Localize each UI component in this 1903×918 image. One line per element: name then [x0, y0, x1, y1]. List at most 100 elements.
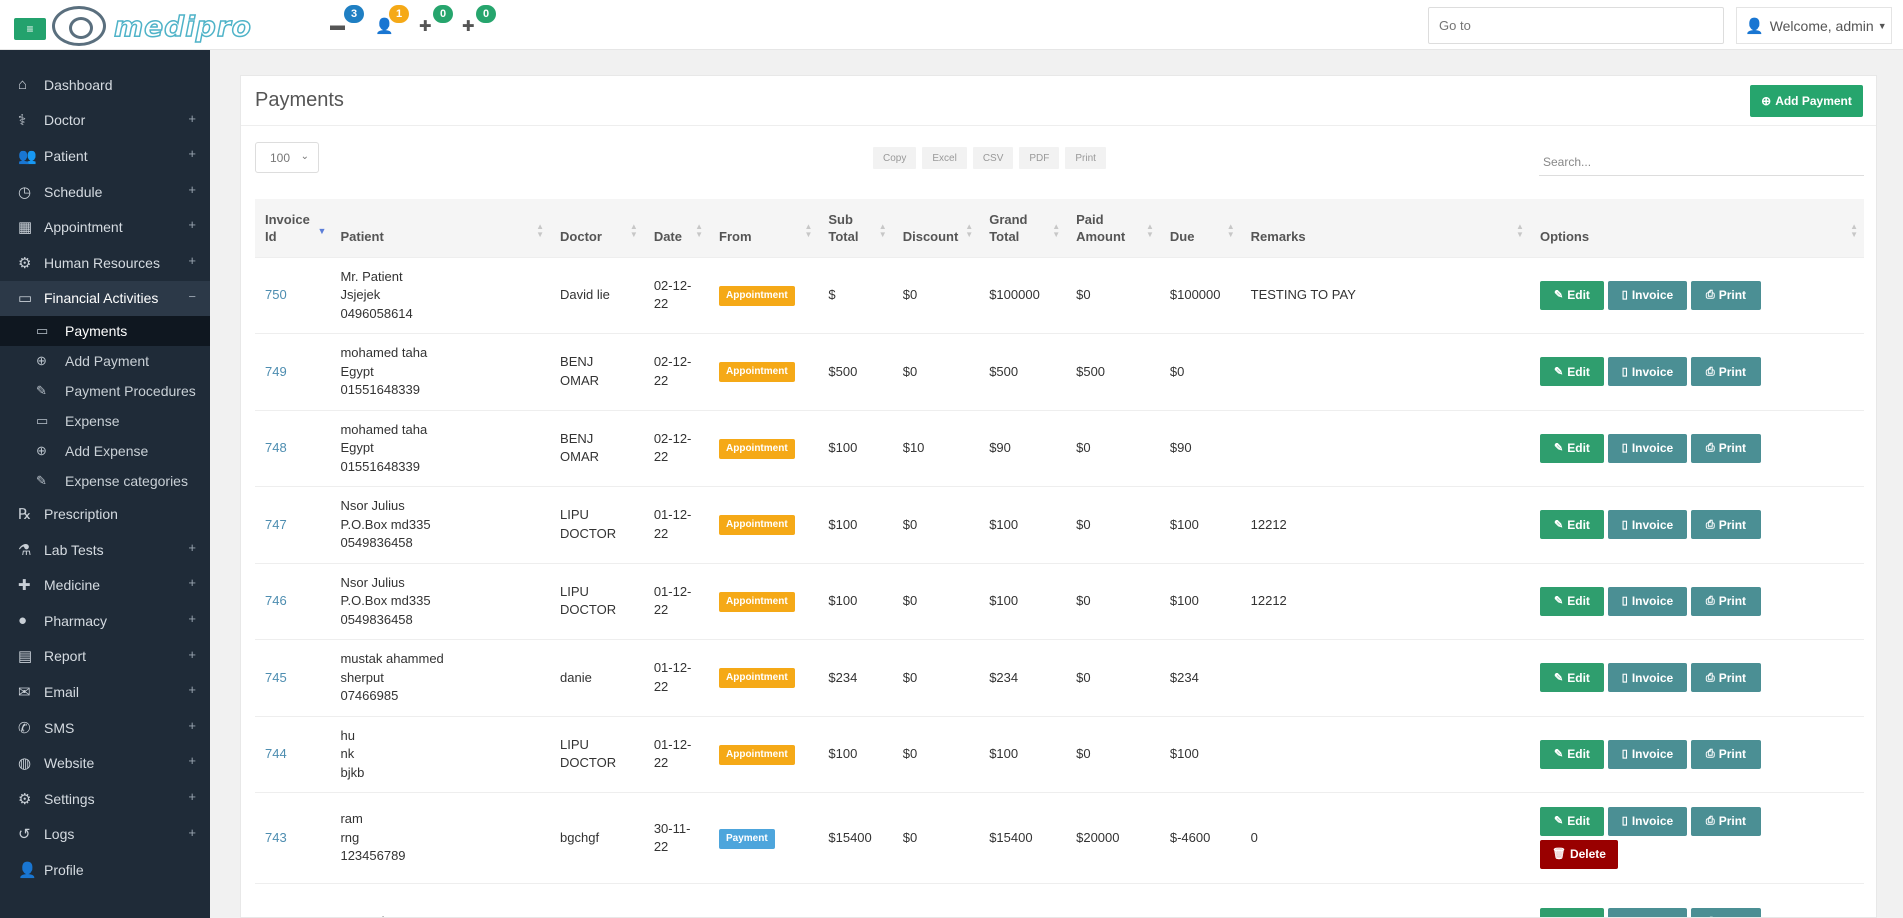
date-cell-line: 22	[653, 296, 669, 312]
print-button[interactable]: ⎙Print	[1690, 357, 1761, 387]
sidebar-item-report[interactable]: ▤ Report +	[0, 639, 210, 675]
edit-button[interactable]: ✎Edit	[1539, 357, 1604, 387]
export-pdf-button[interactable]: PDF	[1019, 147, 1060, 169]
print-button[interactable]: ⎙Print	[1690, 663, 1761, 693]
sidebar-item-profile[interactable]: 👤 Profile	[0, 852, 210, 888]
edit-button[interactable]: ✎Edit	[1539, 907, 1604, 917]
edit-button[interactable]: ✎Edit	[1539, 510, 1604, 540]
sidebar-subitem-payment-procedures[interactable]: ✎ Payment Procedures	[0, 376, 210, 406]
invoice-label: Invoice	[1631, 517, 1674, 532]
patient-cell-line: 0496058614	[340, 305, 413, 321]
invoice-button[interactable]: ▯Invoice	[1607, 280, 1687, 310]
print-button[interactable]: ⎙Print	[1690, 586, 1761, 616]
invoice-id-link[interactable]: 748	[255, 409, 331, 487]
column-header-options[interactable]: Options ▲ ▼	[1530, 199, 1864, 257]
sidebar-item-dashboard[interactable]: ⌂ Dashboard	[0, 67, 210, 103]
notification-patient[interactable]: 👤 1	[375, 5, 409, 39]
doctor-cell-line: BENJ OMAR	[560, 354, 600, 388]
sidebar-subitem-add-payment[interactable]: ⊕ Add Payment	[0, 346, 210, 376]
paid-cell	[1066, 883, 1160, 917]
sidebar-subitem-add-expense[interactable]: ⊕ Add Expense	[0, 436, 210, 466]
notification-payment-card[interactable]: ▬ 3	[330, 5, 364, 39]
sidebar-item-financial-activities[interactable]: ▭ Financial Activities −	[0, 280, 210, 317]
edit-button[interactable]: ✎Edit	[1539, 280, 1604, 310]
invoice-id-link[interactable]: 747	[255, 486, 331, 563]
invoice-button[interactable]: ▯Invoice	[1607, 357, 1687, 387]
print-button[interactable]: ⎙Print	[1690, 807, 1761, 836]
column-header-invoice-id[interactable]: Invoice Id ▼	[255, 199, 330, 257]
column-header-patient[interactable]: Patient ▲ ▼	[330, 199, 550, 257]
column-header-discount[interactable]: Discount ▲ ▼	[893, 199, 979, 257]
add-payment-button[interactable]: ⊕ Add Payment	[1750, 85, 1863, 117]
invoice-button[interactable]: ▯Invoice	[1607, 510, 1687, 540]
invoice-button[interactable]: ▯Invoice	[1607, 586, 1687, 616]
sidebar-item-schedule[interactable]: ◷ Schedule +	[0, 174, 210, 210]
invoice-id-link[interactable]: 744	[255, 715, 331, 793]
sidebar-item-medicine[interactable]: ✚ Medicine +	[0, 567, 210, 603]
goto-input[interactable]	[1428, 7, 1724, 44]
notification-medkit[interactable]: ✚ 0	[419, 5, 453, 39]
column-header-paid-amount[interactable]: Paid Amount ▲ ▼	[1066, 199, 1160, 257]
edit-button[interactable]: ✎Edit	[1539, 739, 1604, 769]
sidebar-item-prescription[interactable]: ℞ Prescription	[0, 496, 210, 532]
export-copy-button[interactable]: Copy	[873, 147, 917, 169]
invoice-button[interactable]: ▯Invoice	[1607, 807, 1687, 836]
export-print-button[interactable]: Print	[1065, 147, 1106, 169]
print-button[interactable]: ⎙Print	[1690, 433, 1761, 463]
delete-button[interactable]: 🗑 Delete	[1539, 840, 1618, 869]
column-header-date[interactable]: Date ▲ ▼	[644, 199, 709, 257]
invoice-button[interactable]: ▯Invoice	[1607, 433, 1687, 463]
notification-medicine-bottle[interactable]: ✚ 0	[462, 5, 496, 39]
invoice-id-link[interactable]: 749	[255, 333, 331, 410]
user-menu-button[interactable]: 👤 Welcome, admin ▼	[1736, 7, 1892, 44]
column-header-sub-total[interactable]: Sub Total ▲ ▼	[818, 199, 892, 257]
row-actions: ✎ Edit ▯ Invoice ⎙ Print	[1539, 907, 1776, 917]
sidebar-item-patient[interactable]: 👥 Patient +	[0, 138, 210, 174]
print-button[interactable]: ⎙Print	[1690, 280, 1761, 310]
column-header-due[interactable]: Due ▲ ▼	[1160, 199, 1241, 257]
column-header-remarks[interactable]: Remarks ▲ ▼	[1241, 199, 1530, 257]
patient-cell-line: 0549836458	[340, 535, 413, 550]
edit-button[interactable]: ✎Edit	[1539, 663, 1604, 693]
invoice-button[interactable]: ▯Invoice	[1607, 663, 1687, 693]
sidebar-item-logs[interactable]: ↺ Logs +	[0, 817, 210, 853]
invoice-id-link[interactable]	[255, 883, 331, 917]
date-cell-line: 22	[653, 525, 669, 541]
invoice-id-link[interactable]: 743	[255, 792, 331, 884]
export-excel-button[interactable]: Excel	[922, 147, 967, 169]
logo[interactable]: medipro	[52, 4, 252, 48]
sidebar-item-sms[interactable]: ✆ SMS +	[0, 710, 210, 746]
column-header-grand-total[interactable]: Grand Total ▲ ▼	[979, 199, 1066, 257]
sidebar-item-human-resources[interactable]: ⚙ Human Resources +	[0, 245, 210, 281]
sidebar-item-settings[interactable]: ⚙ Settings +	[0, 781, 210, 817]
sidebar-item-appointment[interactable]: ▦ Appointment +	[0, 209, 210, 245]
patient-cell-line: 07466985	[340, 688, 399, 703]
invoice-button[interactable]: ▯Invoice	[1607, 907, 1687, 917]
edit-button[interactable]: ✎Edit	[1539, 433, 1604, 463]
invoice-label: Invoice	[1631, 364, 1674, 379]
page-length-select[interactable]: 100 ⌄	[255, 142, 319, 173]
date-cell-line: 02-12-	[653, 277, 692, 293]
print-button[interactable]: ⎙Print	[1690, 907, 1761, 917]
column-header-from[interactable]: From ▲ ▼	[709, 199, 818, 257]
sidebar-item-pharmacy[interactable]: ● Pharmacy +	[0, 603, 210, 639]
print-button[interactable]: ⎙Print	[1690, 739, 1761, 769]
sidebar-item-lab-tests[interactable]: ⚗ Lab Tests +	[0, 532, 210, 568]
sidebar-subitem-expense-categories[interactable]: ✎ Expense categories	[0, 466, 210, 496]
export-csv-button[interactable]: CSV	[972, 147, 1014, 169]
invoice-id-link[interactable]: 750	[255, 256, 331, 334]
edit-button[interactable]: ✎Edit	[1539, 807, 1604, 836]
invoice-id-link[interactable]: 746	[255, 562, 331, 640]
sidebar-item-doctor[interactable]: ⚕ Doctor +	[0, 103, 210, 139]
menu-toggle-button[interactable]: ≡	[14, 18, 46, 40]
sidebar-item-website[interactable]: ◍ Website +	[0, 745, 210, 781]
invoice-button[interactable]: ▯Invoice	[1607, 739, 1687, 769]
print-button[interactable]: ⎙Print	[1690, 510, 1761, 540]
edit-button[interactable]: ✎Edit	[1539, 586, 1604, 616]
sidebar-subitem-expense[interactable]: ▭ Expense	[0, 406, 210, 436]
invoice-id-link[interactable]: 745	[255, 639, 331, 716]
sidebar-item-email[interactable]: ✉ Email +	[0, 674, 210, 710]
search-input[interactable]: Search...	[1539, 148, 1864, 176]
sidebar-subitem-payments[interactable]: ▭ Payments	[0, 316, 210, 347]
column-header-doctor[interactable]: Doctor ▲ ▼	[550, 199, 644, 257]
